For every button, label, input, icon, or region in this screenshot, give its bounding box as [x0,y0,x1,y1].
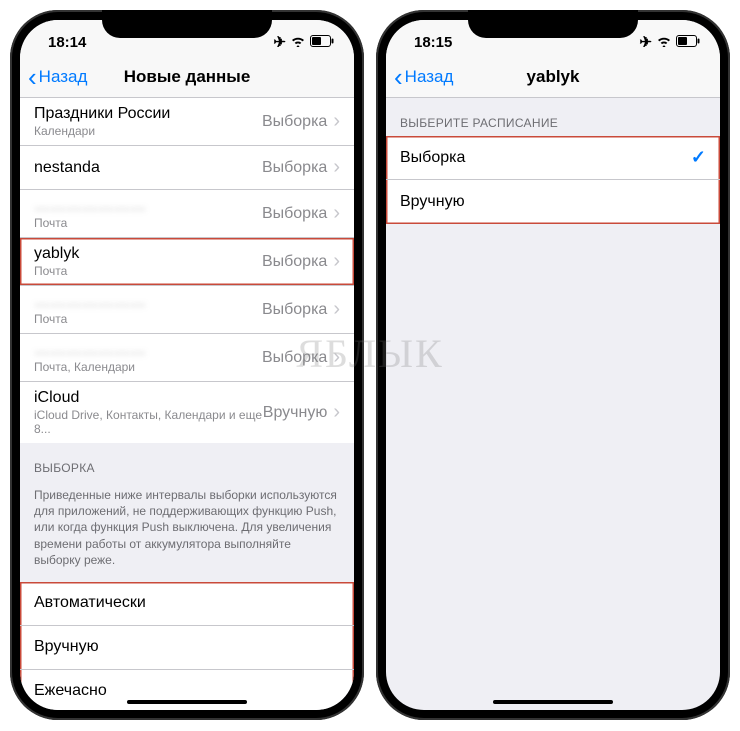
wifi-icon [290,34,306,51]
schedule-option-label: Вручную [400,193,706,211]
accounts-group: Праздники РоссииКалендариВыборка›nestand… [20,98,354,443]
account-subtitle: iCloud Drive, Контакты, Календари и еще … [34,408,263,436]
chevron-right-icon: › [333,346,340,369]
status-time: 18:15 [414,34,452,51]
chevron-left-icon: ‹ [28,64,37,90]
nav-bar: ‹ Назад yablyk [386,56,720,98]
account-subtitle: Почта [34,312,262,326]
fetch-option-row[interactable]: Вручную [20,626,354,670]
section-header-schedule: ВЫБЕРИТЕ РАСПИСАНИЕ [386,98,720,136]
nav-bar: ‹ Назад Новые данные [20,56,354,98]
account-value: Выборка [262,301,327,319]
schedule-option-row[interactable]: Выборка✓ [386,136,720,180]
account-row[interactable]: iCloudiCloud Drive, Контакты, Календари … [20,382,354,443]
fetch-option-label: Вручную [34,638,340,656]
account-title: yablyk [34,245,262,263]
account-row[interactable]: nestandaВыборка › [20,146,354,190]
fetch-option-row[interactable]: Автоматически [20,582,354,626]
account-title: iCloud [34,389,263,407]
section-header-fetch: ВЫБОРКА [20,443,354,481]
section-footer-fetch: Приведенные ниже интервалы выборки испол… [20,481,354,582]
back-label: Назад [39,67,88,87]
checkmark-icon: ✓ [691,147,706,168]
screen-left: 18:14 ✈︎ ‹ Назад Новые данные Праздники … [20,20,354,710]
phone-frame-right: 18:15 ✈︎ ‹ Назад yablyk ВЫБЕРИТЕ РАСПИСА… [376,10,730,720]
account-row[interactable]: …………………ПочтаВыборка › [20,286,354,334]
schedule-option-label: Выборка [400,149,691,167]
account-value: Выборка [262,253,327,271]
back-button[interactable]: ‹ Назад [20,64,87,90]
phone-frame-left: 18:14 ✈︎ ‹ Назад Новые данные Праздники … [10,10,364,720]
back-button[interactable]: ‹ Назад [386,64,453,90]
airplane-icon: ✈︎ [273,33,286,51]
account-value: Выборка [262,205,327,223]
wifi-icon [656,34,672,51]
account-row[interactable]: …………………Почта, КалендариВыборка › [20,334,354,382]
account-subtitle: Почта [34,216,262,230]
account-value: Выборка [262,159,327,177]
home-indicator[interactable] [493,700,613,704]
account-title: ………………… [34,197,262,215]
schedule-options-group: Выборка✓ Вручную [386,136,720,224]
account-title: nestanda [34,159,262,177]
account-value: Вручную [263,404,328,422]
account-title: ………………… [34,341,262,359]
chevron-right-icon: › [333,401,340,424]
battery-icon [310,34,334,51]
battery-icon [676,34,700,51]
account-row[interactable]: …………………ПочтаВыборка › [20,190,354,238]
fetch-option-label: Автоматически [34,594,340,612]
account-value: Выборка [262,349,327,367]
chevron-left-icon: ‹ [394,64,403,90]
chevron-right-icon: › [333,156,340,179]
screen-right: 18:15 ✈︎ ‹ Назад yablyk ВЫБЕРИТЕ РАСПИСА… [386,20,720,710]
chevron-right-icon: › [333,202,340,225]
status-icons: ✈︎ [273,33,334,51]
fetch-options-group: АвтоматическиВручнуюЕжечасноКаждые 30 ми… [20,582,354,710]
notch [102,10,272,38]
chevron-right-icon: › [333,250,340,273]
account-title: Праздники России [34,105,262,123]
account-value: Выборка [262,113,327,131]
chevron-right-icon: › [333,298,340,321]
content-left[interactable]: Праздники РоссииКалендариВыборка›nestand… [20,98,354,710]
account-subtitle: Почта, Календари [34,360,262,374]
account-title: ………………… [34,293,262,311]
account-subtitle: Почта [34,264,262,278]
chevron-right-icon: › [333,110,340,133]
account-row[interactable]: yablykПочтаВыборка › [20,238,354,286]
content-right[interactable]: ВЫБЕРИТЕ РАСПИСАНИЕ Выборка✓ Вручную [386,98,720,710]
status-time: 18:14 [48,34,86,51]
airplane-icon: ✈︎ [639,33,652,51]
notch [468,10,638,38]
fetch-option-label: Ежечасно [34,682,340,700]
status-icons: ✈︎ [639,33,700,51]
back-label: Назад [405,67,454,87]
schedule-option-row[interactable]: Вручную [386,180,720,224]
account-row[interactable]: Праздники РоссииКалендариВыборка › [20,98,354,146]
account-subtitle: Календари [34,124,262,138]
home-indicator[interactable] [127,700,247,704]
